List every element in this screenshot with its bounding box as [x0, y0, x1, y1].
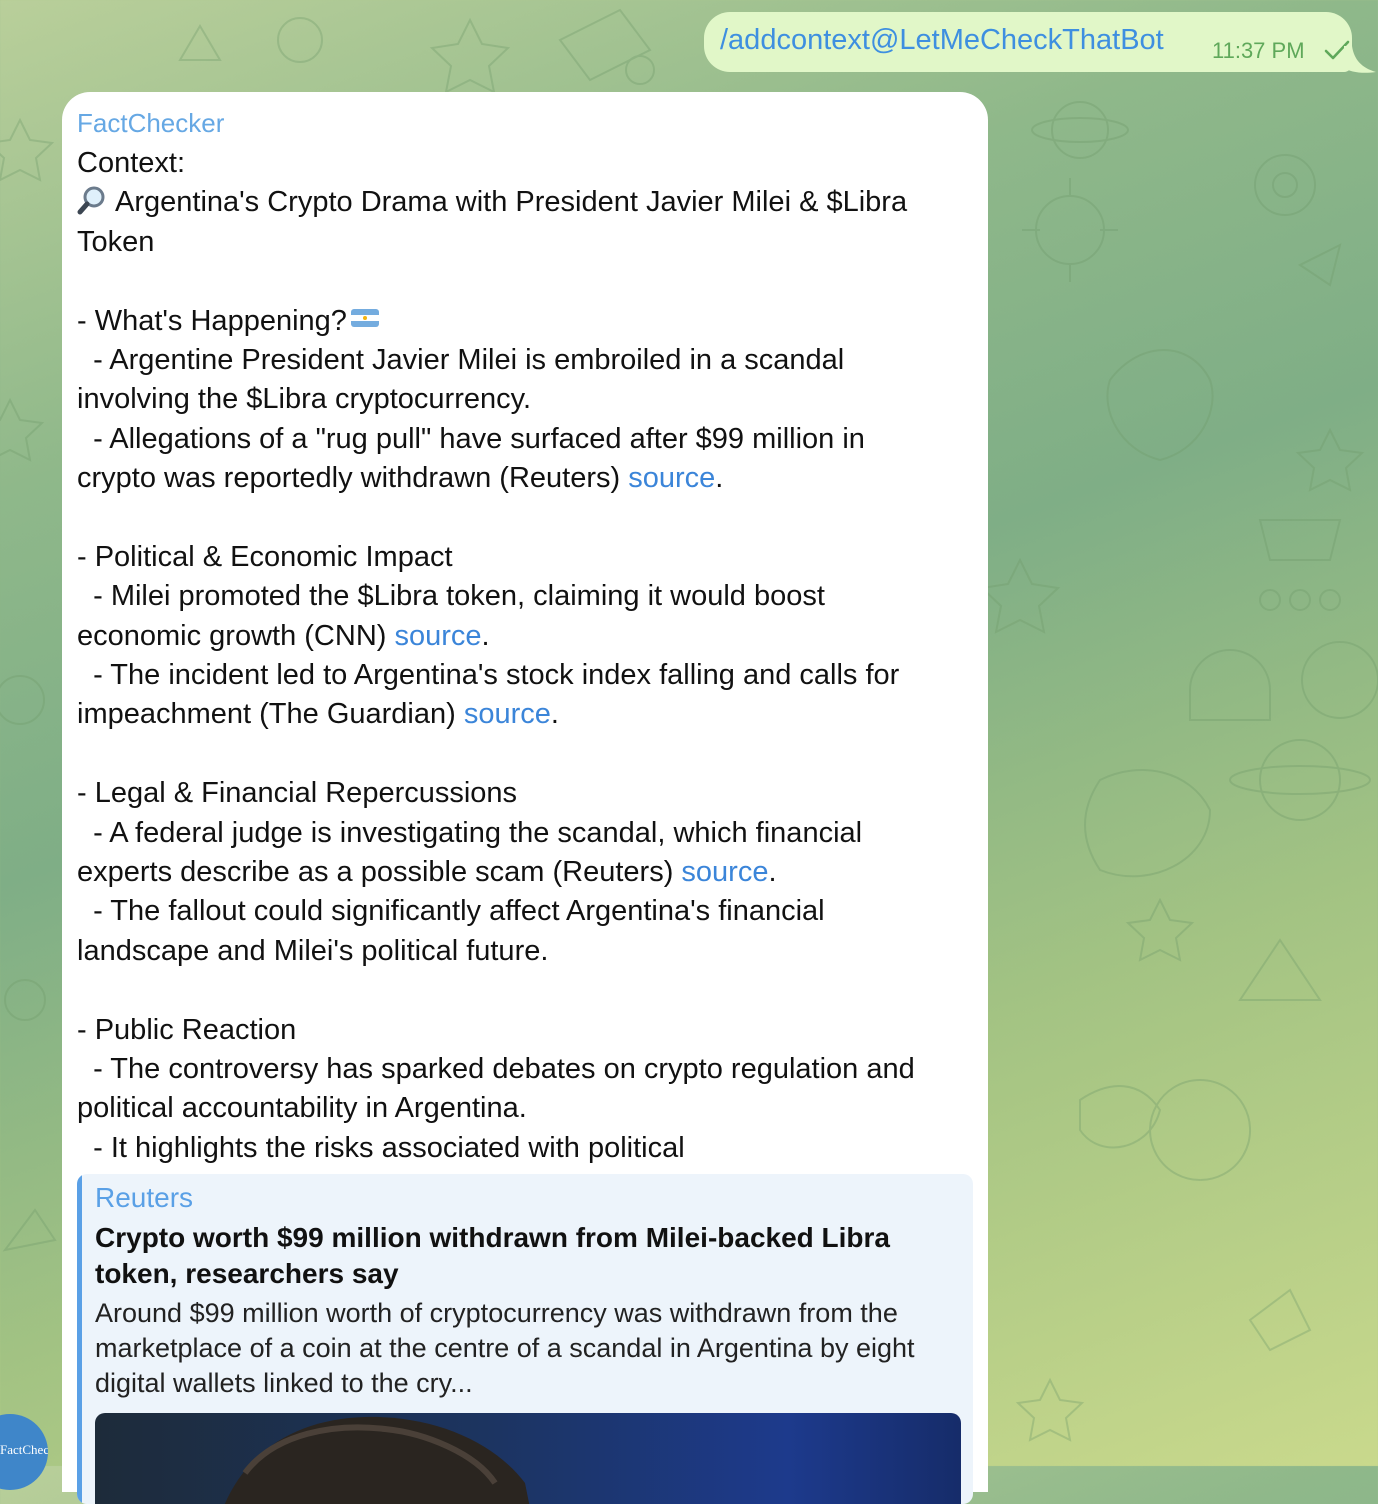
- message-line: political accountability in Argentina.: [77, 1092, 527, 1125]
- message-line: experts describe as a possible scam (Reu…: [77, 856, 777, 889]
- message-line: - A federal judge is investigating the s…: [77, 816, 863, 849]
- argentina-flag-icon: [350, 308, 379, 327]
- headline-text: Argentina's Crypto Drama with President …: [115, 186, 908, 219]
- incoming-message-bubble[interactable]: FactChecker Context: Argentina's Crypto …: [62, 92, 988, 1504]
- message-line: - What's Happening?: [77, 302, 977, 341]
- message-line: - The controversy has sparked debates on…: [77, 1052, 915, 1085]
- section-heading: - Political & Economic Impact: [77, 540, 453, 573]
- link-preview-card[interactable]: Reuters Crypto worth $99 million withdra…: [77, 1174, 973, 1504]
- preview-image[interactable]: [95, 1413, 961, 1504]
- preview-photo: [224, 1416, 530, 1504]
- message-line: Token: [77, 225, 155, 258]
- message-line: economic growth (CNN) source.: [77, 619, 490, 652]
- preview-site-name: Reuters: [95, 1182, 194, 1213]
- source-link[interactable]: source: [394, 620, 481, 652]
- message-line: - The fallout could significantly affect…: [77, 895, 825, 928]
- source-link[interactable]: source: [464, 698, 551, 730]
- message-line: - Milei promoted the $Libra token, claim…: [77, 580, 825, 613]
- source-link[interactable]: source: [681, 856, 768, 888]
- magnifying-glass-icon: [77, 186, 105, 215]
- outgoing-message-bubble[interactable]: /addcontext@LetMeCheckThatBot 11:37 PM: [704, 12, 1352, 72]
- message-line: impeachment (The Guardian) source.: [77, 698, 559, 731]
- avatar-label: FactChecker: [0, 1442, 48, 1457]
- message-line: Argentina's Crypto Drama with President …: [77, 183, 977, 222]
- message-line: Context:: [77, 147, 185, 179]
- bubble-tail: [1344, 46, 1376, 73]
- section-heading: - Public Reaction: [77, 1013, 297, 1046]
- message-line: landscape and Milei's political future.: [77, 934, 549, 967]
- preview-accent-bar: [77, 1174, 82, 1504]
- section-heading: - Legal & Financial Repercussions: [77, 777, 518, 810]
- sender-avatar[interactable]: FactChecker: [0, 1414, 48, 1490]
- message-line: involving the $Libra cryptocurrency.: [77, 383, 532, 416]
- preview-title: Crypto worth $99 million withdrawn from …: [95, 1222, 890, 1289]
- message-line: - The incident led to Argentina's stock …: [77, 659, 900, 692]
- message-text: Context: Argentina's Crypto Drama with P…: [77, 144, 977, 1168]
- message-line: - It highlights the risks associated wit…: [77, 1131, 685, 1164]
- message-line: - Allegations of a "rug pull" have surfa…: [77, 422, 865, 455]
- command-link[interactable]: /addcontext@LetMeCheckThatBot: [720, 24, 1164, 57]
- preview-description: Around $99 million worth of cryptocurren…: [95, 1298, 915, 1398]
- sender-name[interactable]: FactChecker: [77, 108, 224, 139]
- message-timestamp: 11:37 PM: [1212, 38, 1305, 63]
- message-line: crypto was reportedly withdrawn (Reuters…: [77, 462, 724, 495]
- section-heading: - What's Happening?: [77, 304, 347, 337]
- message-line: - Argentine President Javier Milei is em…: [77, 343, 845, 376]
- source-link[interactable]: source: [628, 462, 715, 494]
